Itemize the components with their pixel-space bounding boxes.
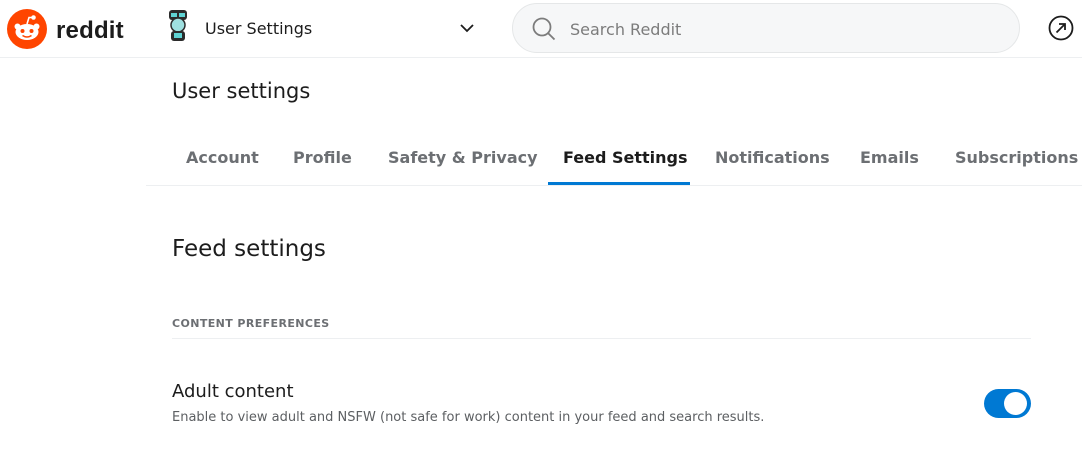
page-title: User settings [172, 79, 311, 103]
switcher-label: User Settings [205, 18, 313, 38]
tab-feed-settings[interactable]: Feed Settings [563, 130, 688, 185]
settings-tabs: Account Profile Safety & Privacy Feed Se… [146, 130, 1082, 186]
reddit-alien-icon [7, 9, 47, 53]
adult-content-toggle[interactable] [984, 389, 1031, 418]
adult-content-description: Enable to view adult and NSFW (not safe … [172, 410, 765, 425]
search-input[interactable] [568, 15, 992, 43]
page-switcher-dropdown[interactable]: User Settings [163, 8, 483, 48]
chevron-down-icon [459, 20, 475, 40]
search-icon [531, 16, 557, 46]
tab-profile[interactable]: Profile [293, 130, 352, 185]
divider [172, 338, 1031, 339]
adult-content-title: Adult content [172, 381, 294, 402]
arrow-up-right-circle-icon[interactable] [1047, 14, 1075, 46]
logo-wordmark: reddit [56, 17, 124, 44]
search-bar[interactable] [512, 3, 1020, 53]
content-preferences-heading: CONTENT PREFERENCES [172, 317, 330, 330]
top-bar: reddit User Settings [0, 0, 1082, 58]
tab-safety-privacy[interactable]: Safety & Privacy [388, 130, 538, 185]
tab-notifications[interactable]: Notifications [715, 130, 830, 185]
tab-emails[interactable]: Emails [860, 130, 919, 185]
active-tab-indicator [548, 182, 690, 185]
section-title: Feed settings [172, 236, 326, 262]
tab-subscriptions[interactable]: Subscriptions [955, 130, 1078, 185]
toggle-knob [1004, 392, 1027, 415]
reddit-logo[interactable]: reddit [7, 9, 124, 53]
snoo-avatar-icon [163, 8, 193, 48]
tab-account[interactable]: Account [186, 130, 259, 185]
